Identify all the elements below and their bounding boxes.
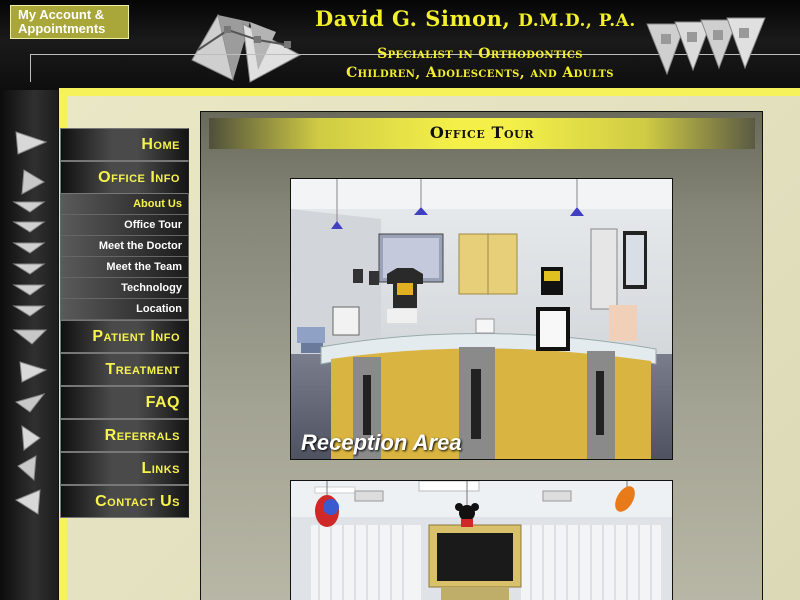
nav-contact-us[interactable]: Contact Us (60, 485, 189, 518)
nav-treatment[interactable]: Treatment (60, 353, 189, 386)
nav-sub-meet-the-doctor[interactable]: Meet the Doctor (60, 236, 189, 257)
treatment-room-image (291, 481, 672, 600)
nav-home[interactable]: Home (60, 128, 189, 161)
nav-faq[interactable]: FAQ (60, 386, 189, 419)
triangle-logo-icon (191, 13, 302, 83)
specialty-line1: Specialist in Orthodontics (377, 46, 583, 62)
nav-patient-info[interactable]: Patient Info (60, 320, 189, 353)
page-title-bar: Office Tour (209, 118, 755, 149)
account-button-line2: Appointments (18, 21, 106, 36)
reception-area-image (291, 179, 672, 459)
practice-name: David G. Simon, D.M.D., P.A. (315, 6, 636, 31)
my-account-appointments-button[interactable]: My Account & Appointments (10, 5, 129, 39)
nav-sub-office-tour[interactable]: Office Tour (60, 215, 189, 236)
practice-name-suffix: D.M.D., P.A. (518, 11, 636, 31)
practice-specialty: Specialist in Orthodontics Children, Ado… (300, 45, 660, 83)
nav-referrals[interactable]: Referrals (60, 419, 189, 452)
nav-office-info[interactable]: Office Info (60, 161, 189, 194)
reception-area-caption: Reception Area (301, 430, 462, 455)
account-button-line1: My Account & (18, 7, 105, 22)
nav-sub-about-us[interactable]: About Us (60, 194, 189, 215)
reception-area-photo: Reception Area (290, 178, 673, 460)
treatment-room-photo (290, 480, 673, 600)
page-title: Office Tour (429, 123, 535, 142)
site-header: My Account & Appointments David G. Simon… (0, 0, 800, 90)
nav-links[interactable]: Links (60, 452, 189, 485)
nav-sub-meet-the-team[interactable]: Meet the Team (60, 257, 189, 278)
practice-name-main: David G. Simon, (315, 6, 511, 31)
left-decor-strip (0, 90, 62, 600)
nav-sub-location[interactable]: Location (60, 299, 189, 320)
header-divider-line-vertical (30, 54, 31, 82)
nav-sub-technology[interactable]: Technology (60, 278, 189, 299)
main-navigation: Home Office Info About Us Office Tour Me… (60, 128, 190, 518)
specialty-line2: Children, Adolescents, and Adults (346, 65, 614, 81)
triangle-deco-icon (12, 131, 48, 515)
triangle-deco-icon (646, 17, 766, 76)
content-panel: Office Tour Reception Area (200, 111, 763, 600)
